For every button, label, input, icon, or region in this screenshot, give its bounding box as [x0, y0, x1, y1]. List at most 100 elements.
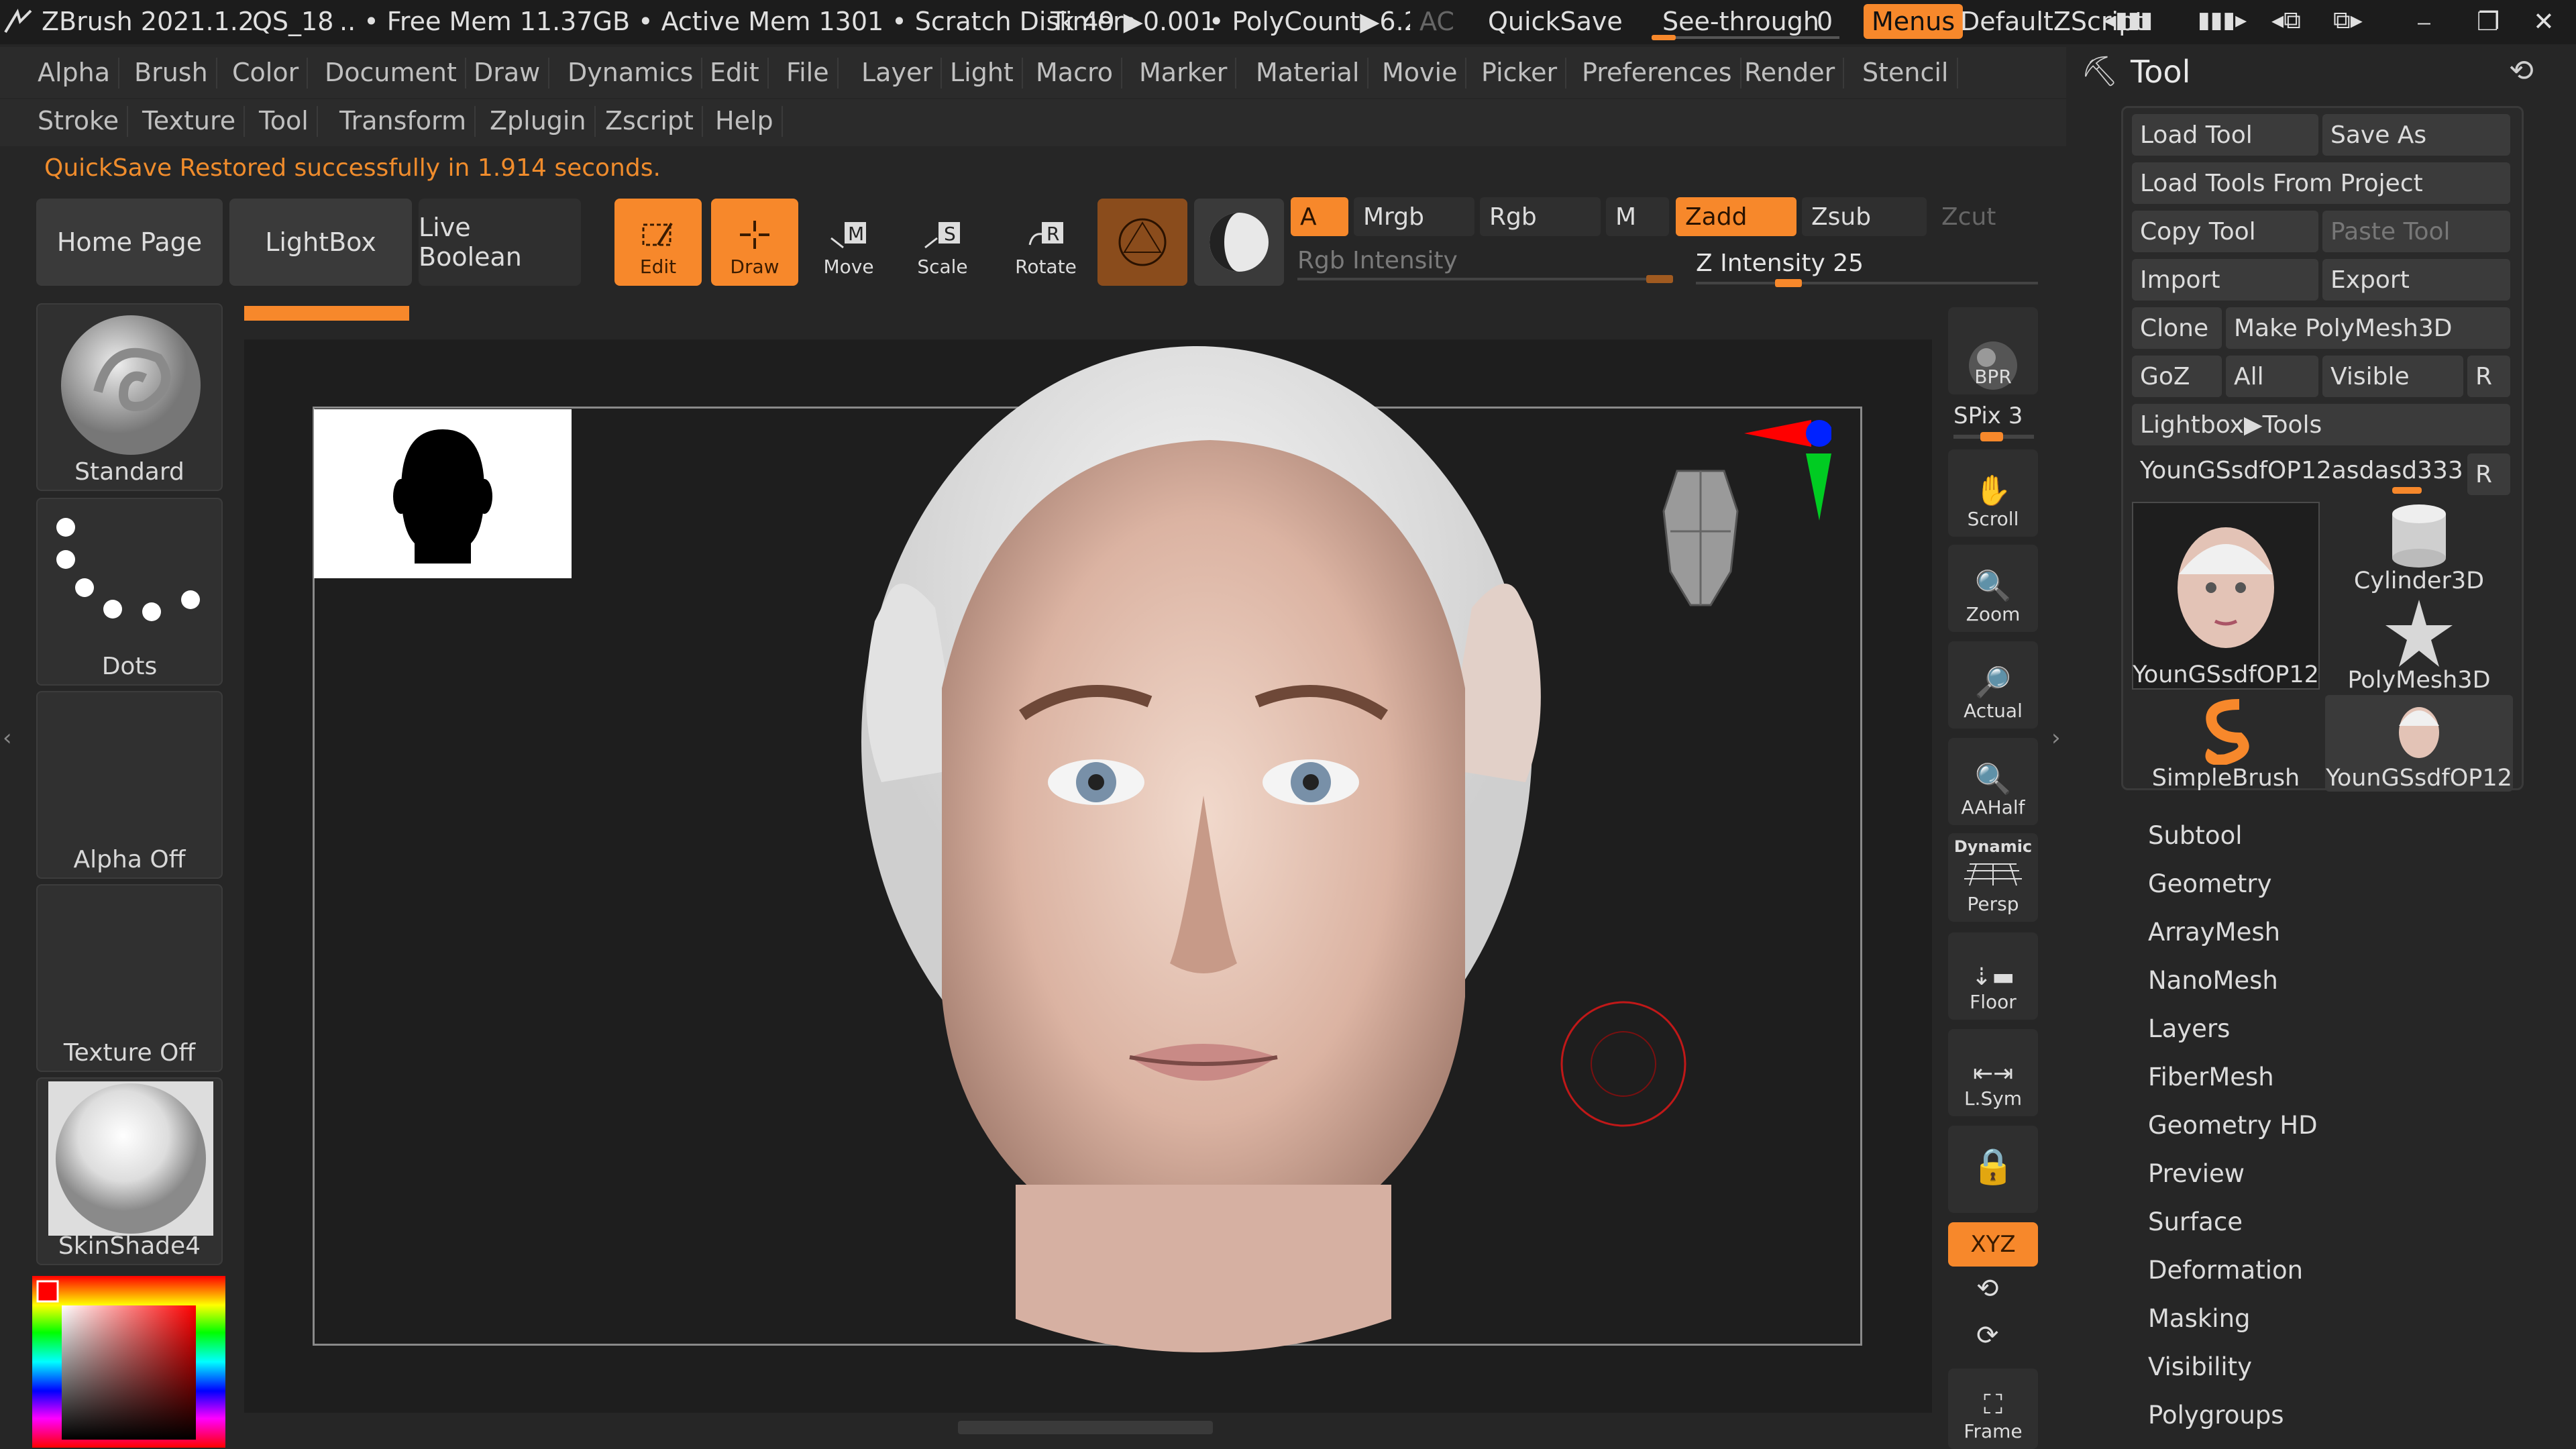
- subpalette-subtool[interactable]: Subtool: [2148, 821, 2242, 850]
- menu-help[interactable]: Help: [707, 106, 783, 137]
- lsym-button[interactable]: ⇤⇥ L.Sym: [1948, 1029, 2038, 1116]
- zcut-toggle[interactable]: Zcut: [1932, 197, 2039, 236]
- zoom-button[interactable]: 🔍 Zoom: [1948, 545, 2038, 632]
- paste-tool-button[interactable]: Paste Tool: [2322, 211, 2510, 252]
- current-tool-r-button[interactable]: R: [2467, 453, 2510, 495]
- current-tool-slider[interactable]: YounGSsdfOP12asdasd3332: [2132, 449, 2463, 491]
- subpalette-deformation[interactable]: Deformation: [2148, 1256, 2303, 1285]
- subpalette-layers[interactable]: Layers: [2148, 1014, 2230, 1043]
- left-tray-toggle-icon[interactable]: ‹: [3, 724, 12, 751]
- material-color-swatch[interactable]: [1097, 199, 1187, 286]
- scale-mode-button[interactable]: S Scale: [899, 199, 986, 286]
- subpalette-visibility[interactable]: Visibility: [2148, 1352, 2252, 1381]
- menu-color[interactable]: Color: [224, 58, 309, 89]
- orientation-head-gizmo[interactable]: [1650, 458, 1751, 612]
- menu-picker[interactable]: Picker: [1473, 58, 1567, 89]
- reset-icon[interactable]: ⟲: [2509, 54, 2534, 88]
- restore-icon[interactable]: ❐: [2477, 7, 2500, 36]
- subpalette-geometry-hd[interactable]: Geometry HD: [2148, 1111, 2318, 1140]
- home-page-button[interactable]: Home Page: [36, 199, 223, 286]
- layout-prev-icon[interactable]: ◂⧉: [2271, 7, 2301, 35]
- head-sculpt-model[interactable]: [794, 339, 1613, 1373]
- subpalette-nanomesh[interactable]: NanoMesh: [2148, 966, 2278, 995]
- see-through-slider[interactable]: See-through: [1662, 7, 1819, 36]
- menu-preferences[interactable]: Preferences: [1574, 58, 1741, 89]
- live-boolean-button[interactable]: Live Boolean: [419, 199, 581, 286]
- z-intensity-slider[interactable]: Z Intensity 25: [1696, 250, 1864, 277]
- menu-macro[interactable]: Macro: [1028, 58, 1123, 89]
- subpalette-fibermesh[interactable]: FiberMesh: [2148, 1063, 2274, 1091]
- bpr-button[interactable]: BPR: [1948, 307, 2038, 394]
- export-button[interactable]: Export: [2322, 259, 2510, 301]
- menu-render[interactable]: Render: [1736, 58, 1845, 89]
- actual-button[interactable]: 🔎 Actual: [1948, 641, 2038, 729]
- move-mode-button[interactable]: M Move: [805, 199, 892, 286]
- load-tools-from-project-button[interactable]: Load Tools From Project: [2132, 162, 2510, 204]
- right-tray-toggle-icon[interactable]: ›: [2051, 724, 2061, 751]
- menus-toggle-button[interactable]: Menus: [1864, 4, 1964, 39]
- subpalette-preview[interactable]: Preview: [2148, 1159, 2245, 1188]
- menu-alpha[interactable]: Alpha: [30, 58, 120, 89]
- subpalette-polygroups[interactable]: Polygroups: [2148, 1401, 2284, 1430]
- menu-draw[interactable]: Draw: [466, 58, 550, 89]
- menu-brush[interactable]: Brush: [126, 58, 217, 89]
- menu-light[interactable]: Light: [942, 58, 1023, 89]
- rotate-mode-button[interactable]: R Rotate: [1002, 199, 1089, 286]
- save-as-button[interactable]: Save As: [2322, 114, 2510, 156]
- tool-thumb-polymesh[interactable]: PolyMesh3D: [2325, 596, 2513, 694]
- persp-button[interactable]: Dynamic Persp: [1948, 833, 2038, 922]
- stroke-slot[interactable]: Dots: [36, 498, 223, 686]
- bottom-tray-handle[interactable]: [958, 1421, 1213, 1434]
- menu-file[interactable]: File: [778, 58, 839, 89]
- menu-stencil[interactable]: Stencil: [1854, 58, 1958, 89]
- brush-slot[interactable]: Standard: [36, 303, 223, 491]
- zadd-toggle[interactable]: Zadd: [1676, 197, 1796, 236]
- layout-next-icon[interactable]: ⧉▸: [2333, 7, 2363, 35]
- y-rotate-icon[interactable]: ⟲: [1976, 1273, 1999, 1304]
- tool-thumb-head[interactable]: YounGSsdfOP12: [2132, 502, 2320, 690]
- z-intensity-thumb[interactable]: [1774, 279, 1802, 287]
- menu-movie[interactable]: Movie: [1374, 58, 1467, 89]
- goz-all-button[interactable]: All: [2226, 356, 2318, 397]
- scroll-button[interactable]: ✋ Scroll: [1948, 449, 2038, 537]
- edit-mode-button[interactable]: Edit: [614, 199, 702, 286]
- tool-thumb-head-small[interactable]: YounGSsdfOP12: [2325, 695, 2513, 792]
- lock-button[interactable]: 🔒: [1948, 1126, 2038, 1213]
- current-tool-slider-thumb[interactable]: [2392, 487, 2422, 494]
- interface-size-up-icon[interactable]: ▮▮▮▸: [2198, 7, 2247, 34]
- goz-button[interactable]: GoZ: [2132, 356, 2222, 397]
- z-rotate-icon[interactable]: ⟳: [1976, 1320, 1999, 1351]
- menu-layer[interactable]: Layer: [853, 58, 942, 89]
- navigation-thumbnail[interactable]: [314, 409, 572, 578]
- menu-material[interactable]: Material: [1248, 58, 1369, 89]
- import-button[interactable]: Import: [2132, 259, 2318, 301]
- aahalf-button[interactable]: 🔍 AAHalf: [1948, 738, 2038, 825]
- minimize-icon[interactable]: ⎯: [2418, 7, 2430, 37]
- tool-thumb-simplebrush[interactable]: SimpleBrush: [2132, 695, 2320, 792]
- close-icon[interactable]: ✕: [2533, 7, 2555, 36]
- subpalette-geometry[interactable]: Geometry: [2148, 869, 2272, 898]
- subpalette-surface[interactable]: Surface: [2148, 1208, 2243, 1236]
- tool-thumb-cylinder[interactable]: Cylinder3D: [2325, 494, 2513, 594]
- alpha-slot[interactable]: Alpha Off: [36, 691, 223, 879]
- spix-slider[interactable]: SPix 3: [1953, 402, 2023, 429]
- menu-document[interactable]: Document: [317, 58, 466, 89]
- quicksave-button[interactable]: QuickSave: [1488, 7, 1623, 36]
- menu-transform[interactable]: Transform: [331, 106, 476, 137]
- document-canvas[interactable]: [244, 339, 1932, 1434]
- xyz-rotate-button[interactable]: XYZ: [1948, 1222, 2038, 1267]
- interface-size-down-icon[interactable]: ◂▮▮▮: [2104, 7, 2153, 34]
- menu-tool[interactable]: Tool: [251, 106, 318, 137]
- goz-visible-button[interactable]: Visible: [2322, 356, 2463, 397]
- copy-tool-button[interactable]: Copy Tool: [2132, 211, 2318, 252]
- clone-button[interactable]: Clone: [2132, 307, 2222, 349]
- subpalette-masking[interactable]: Masking: [2148, 1304, 2251, 1333]
- subpalette-arraymesh[interactable]: ArrayMesh: [2148, 918, 2280, 947]
- lightbox-tools-button[interactable]: Lightbox▶Tools: [2132, 404, 2510, 445]
- mrgb-toggle[interactable]: Mrgb: [1354, 197, 1474, 236]
- material-preview-button[interactable]: [1194, 199, 1284, 286]
- rgb-toggle[interactable]: Rgb: [1480, 197, 1601, 236]
- lightbox-button[interactable]: LightBox: [229, 199, 412, 286]
- material-slot[interactable]: SkinShade4: [36, 1077, 223, 1265]
- rgb-intensity-slider[interactable]: Rgb Intensity: [1297, 247, 1458, 274]
